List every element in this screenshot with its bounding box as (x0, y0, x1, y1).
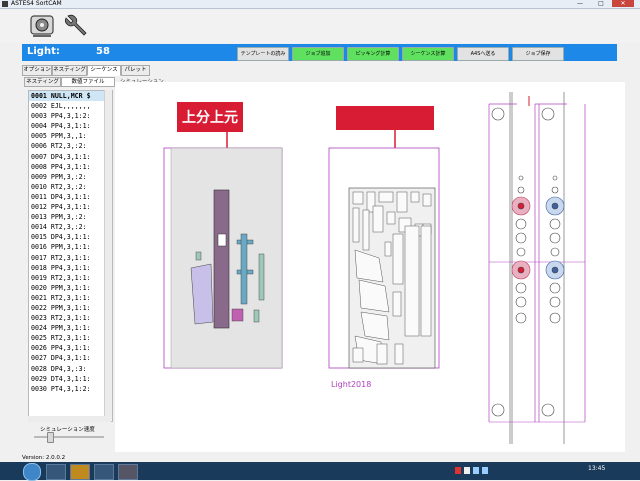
toolbar (0, 9, 640, 43)
clock: 13:45 (588, 465, 606, 472)
start-icon[interactable] (23, 463, 41, 481)
list-item[interactable]: 0003 PP4,3,1:2: (29, 111, 112, 121)
load-template-button[interactable]: テンプレートの読み (237, 47, 289, 61)
simulation-canvas[interactable]: 上分上元 Light2018 (115, 82, 625, 452)
app-task-icon[interactable] (118, 464, 138, 480)
tray-icon[interactable] (464, 467, 470, 474)
sequence-list[interactable]: 0001 NULL,MCR $0002 EJL,,,,,,, 0003 PP4,3… (28, 90, 113, 422)
minimize-button[interactable]: — (570, 0, 590, 7)
simulation-drawing: 上分上元 Light2018 (163, 92, 586, 444)
list-item[interactable]: 0002 EJL,,,,,,, (29, 101, 112, 111)
list-item[interactable]: 0001 NULL,MCR $ (29, 91, 112, 102)
left-part-bar (213, 189, 230, 329)
list-item[interactable]: 0027 DP4,3,1:1: (29, 353, 112, 363)
list-item[interactable]: 0023 RT2,3,1:1: (29, 313, 112, 323)
maximize-button[interactable]: □ (591, 0, 611, 7)
list-item[interactable]: 0024 PPM,3,1:1: (29, 323, 112, 333)
list-item[interactable]: 0019 RT2,3,1:1: (29, 273, 112, 283)
add-job-button[interactable]: ジョブ追加 (292, 47, 344, 61)
list-horizontal-scrollbar[interactable] (28, 416, 111, 422)
list-vertical-scrollbar[interactable] (104, 90, 112, 420)
list-item[interactable]: 0029 DT4,3,1:1: (29, 374, 112, 384)
tab-nesting[interactable]: ネスティング (52, 65, 87, 76)
left-part-plate (190, 263, 214, 325)
tray-icon[interactable] (473, 467, 479, 474)
list-item[interactable]: 0011 DP4,3,1:1: (29, 192, 112, 202)
app-icon (2, 1, 8, 7)
disc-drive-icon[interactable] (28, 12, 56, 40)
list-item[interactable]: 0028 DP4,3,:3: (29, 364, 112, 374)
list-item[interactable]: 0004 PP4,3,1:1: (29, 121, 112, 131)
ie-icon[interactable] (46, 464, 66, 480)
list-item[interactable]: 0006 RT2,3,:2: (29, 141, 112, 151)
window-title: ASTES4 SortCAM (11, 0, 62, 7)
version-status: Version: 2.0.0.2 (22, 455, 66, 461)
list-item[interactable]: 0021 RT2,3,1:1: (29, 293, 112, 303)
list-item[interactable]: 0017 RT2,3,1:1: (29, 253, 112, 263)
tray-icon[interactable] (455, 467, 461, 474)
list-item[interactable]: 0014 RT2,3,:2: (29, 222, 112, 232)
sheet-caption: Light2018 (331, 380, 371, 389)
tray-icon[interactable] (482, 467, 488, 474)
list-item[interactable]: 0012 PP4,3,1:1: (29, 202, 112, 212)
list-item[interactable]: 0016 PPM,3,1:1: (29, 242, 112, 252)
tab-sequence[interactable]: シーケンス (87, 65, 121, 76)
picking-calc-button[interactable]: ピッキング計算 (347, 47, 399, 61)
wrench-icon[interactable] (62, 12, 90, 40)
left-banner-text: 上分上元 (182, 110, 238, 126)
list-item[interactable]: 0013 PPM,3,:2: (29, 212, 112, 222)
middle-banner (336, 106, 434, 130)
list-item[interactable]: 0026 PP4,3,1:1: (29, 343, 112, 353)
tab-pallet[interactable]: パレット (121, 65, 150, 76)
title-bar: ASTES4 SortCAM — □ ✕ (0, 0, 640, 9)
list-item[interactable]: 0020 PPM,3,1:1: (29, 283, 112, 293)
subtab-numeric-file[interactable]: 数値ファイル (61, 77, 115, 87)
sequence-calc-button[interactable]: シーケンス計算 (402, 47, 454, 61)
close-button[interactable]: ✕ (612, 0, 634, 7)
media-icon[interactable] (94, 464, 114, 480)
list-item[interactable]: 0008 PP4,3,1:1: (29, 162, 112, 172)
job-number: 58 (96, 46, 110, 57)
list-item[interactable]: 0025 RT2,3,1:1: (29, 333, 112, 343)
list-item[interactable]: 0015 DP4,3,1:1: (29, 232, 112, 242)
list-item[interactable]: 0005 PPM,3,,1: (29, 131, 112, 141)
header-bar: Light: 58 テンプレートの読み ジョブ追加 ピッキング計算 シーケンス計… (22, 44, 617, 61)
list-item[interactable]: 0007 DP4,3,1:1: (29, 152, 112, 162)
simulation-speed-slider[interactable] (47, 432, 54, 443)
tab-options[interactable]: オプション (22, 65, 52, 76)
list-item[interactable]: 0010 RT2,3,:2: (29, 182, 112, 192)
list-item[interactable]: 0030 PT4,3,1:2: (29, 384, 112, 394)
subtab-nesting[interactable]: ネスティング (24, 77, 61, 87)
send-a4s-button[interactable]: A4Sへ送る (457, 47, 509, 61)
list-item[interactable]: 0009 PPM,3,:2: (29, 172, 112, 182)
save-job-button[interactable]: ジョブ保存 (512, 47, 564, 61)
right-rails (488, 92, 586, 444)
list-item[interactable]: 0018 PP4,3,1:1: (29, 263, 112, 273)
taskbar: 13:45 (0, 462, 640, 481)
folder-icon[interactable] (70, 464, 90, 480)
list-item[interactable]: 0022 PPM,3,1:1: (29, 303, 112, 313)
simulation-speed-track[interactable] (34, 436, 104, 438)
job-label: Light: (27, 46, 60, 57)
